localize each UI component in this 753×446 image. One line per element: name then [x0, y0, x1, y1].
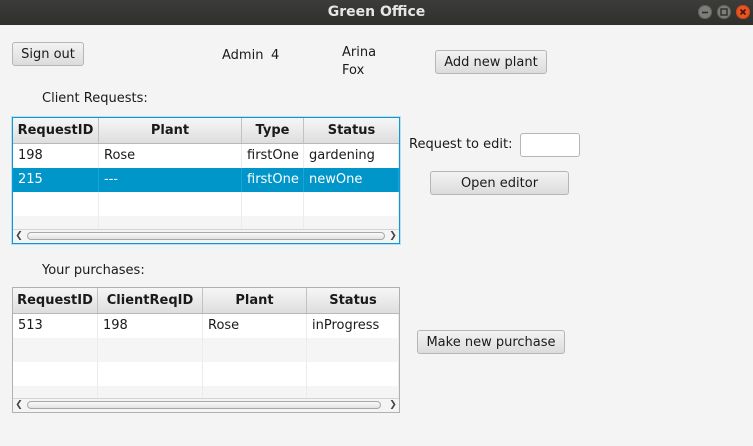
sign-out-button[interactable]: Sign out	[12, 42, 84, 66]
maximize-icon[interactable]	[717, 5, 731, 19]
table-header: RequestID Plant Type Status	[13, 118, 399, 144]
scroll-left-icon[interactable]: ❮	[13, 231, 25, 242]
window-title: Green Office	[327, 4, 426, 20]
horizontal-scrollbar[interactable]: ❮ ❯	[13, 398, 399, 412]
empty-row	[13, 362, 399, 386]
empty-row	[13, 192, 399, 216]
table-cell: 513	[13, 314, 98, 338]
client-requests-table[interactable]: RequestID Plant Type Status 198 Rose fir…	[12, 117, 400, 244]
horizontal-scrollbar[interactable]: ❮ ❯	[13, 229, 399, 243]
table-cell: 198	[98, 314, 203, 338]
table-cell: Rose	[203, 314, 307, 338]
table-row[interactable]: 198 Rose firstOne gardening	[13, 144, 399, 168]
table-row[interactable]: 513 198 Rose inProgress	[13, 314, 399, 338]
close-icon[interactable]	[736, 5, 750, 19]
column-header[interactable]: Type	[242, 118, 304, 143]
column-header[interactable]: Status	[304, 118, 399, 143]
scrollbar-thumb[interactable]	[27, 401, 381, 409]
user-id: 4	[271, 48, 280, 63]
table-header: RequestID ClientReqID Plant Status	[13, 288, 399, 314]
column-header[interactable]: RequestID	[13, 288, 98, 313]
table-cell: inProgress	[307, 314, 399, 338]
table-cell: gardening	[304, 144, 399, 168]
title-bar: Green Office	[0, 0, 753, 25]
open-editor-button[interactable]: Open editor	[430, 171, 569, 195]
scrollbar-thumb[interactable]	[27, 232, 385, 240]
table-cell: firstOne	[242, 168, 304, 192]
user-first-name: Arina	[342, 45, 377, 60]
column-header[interactable]: RequestID	[13, 118, 99, 143]
scroll-right-icon[interactable]: ❯	[387, 231, 399, 242]
scroll-right-icon[interactable]: ❯	[387, 400, 399, 411]
table-cell: newOne	[304, 168, 399, 192]
table-cell: 215	[13, 168, 99, 192]
table-cell: 198	[13, 144, 99, 168]
client-requests-title: Client Requests:	[42, 91, 148, 106]
user-role: Admin	[222, 48, 264, 63]
scroll-left-icon[interactable]: ❮	[13, 400, 25, 411]
empty-row	[13, 338, 399, 362]
column-header[interactable]: Plant	[99, 118, 242, 143]
column-header[interactable]: Plant	[203, 288, 307, 313]
add-new-plant-button[interactable]: Add new plant	[435, 50, 547, 74]
table-row-selected[interactable]: 215 --- firstOne newOne	[13, 168, 399, 192]
column-header[interactable]: ClientReqID	[98, 288, 203, 313]
column-header[interactable]: Status	[307, 288, 399, 313]
purchases-title: Your purchases:	[42, 263, 145, 278]
make-new-purchase-button[interactable]: Make new purchase	[417, 330, 565, 354]
user-last-name: Fox	[342, 63, 365, 78]
table-cell: ---	[99, 168, 242, 192]
table-cell: Rose	[99, 144, 242, 168]
purchases-table[interactable]: RequestID ClientReqID Plant Status 513 1…	[12, 287, 400, 413]
request-to-edit-label: Request to edit:	[409, 137, 513, 152]
minimize-icon[interactable]	[698, 5, 712, 19]
table-cell: firstOne	[242, 144, 304, 168]
request-to-edit-input[interactable]	[520, 133, 580, 157]
